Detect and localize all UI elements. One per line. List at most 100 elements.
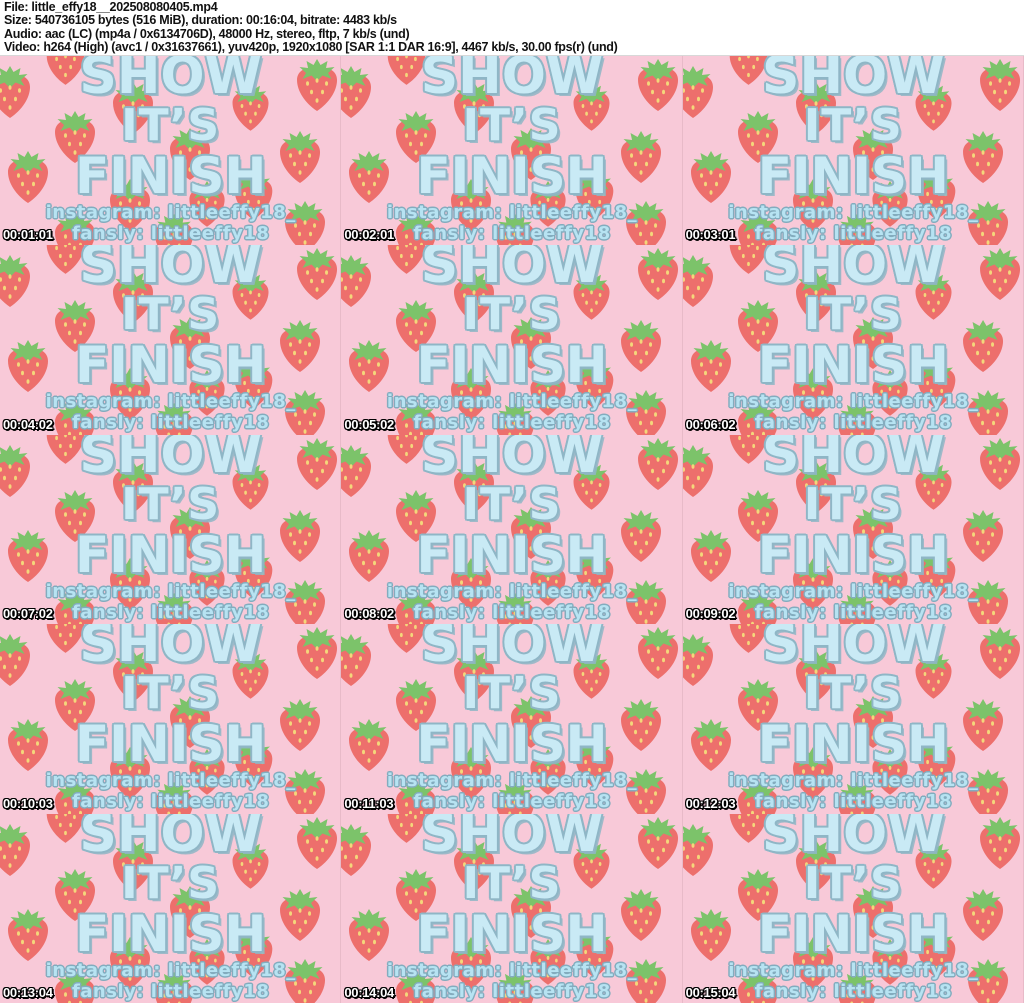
frame-title-its: IT’S [121, 857, 221, 909]
video-thumbnail: SHOW IT’S FINISH instagram: littleeffy18… [682, 624, 1024, 814]
frame-title-show: SHOW [762, 624, 945, 675]
instagram-handle: instagram: littleeffy18_ [728, 580, 979, 602]
frame-title-its: IT’S [462, 478, 562, 530]
video-thumbnail: SHOW IT’S FINISH instagram: littleeffy18… [341, 245, 683, 435]
frame-title-show: SHOW [79, 813, 262, 864]
frame-title-finish: FINISH [757, 147, 949, 205]
frame-title-show: SHOW [420, 245, 604, 296]
fansly-handle: fansly: littleeffy18 [413, 601, 611, 623]
frame-title-finish: FINISH [416, 336, 608, 395]
frame-text-overlay: SHOW IT’S FINISH instagram: littleeffy18… [341, 624, 682, 813]
frame-title-show: SHOW [762, 813, 945, 864]
video-thumbnail: SHOW IT’S FINISH instagram: littleeffy18… [341, 624, 683, 814]
fansly-handle: fansly: littleeffy18 [754, 980, 953, 1002]
frame-text-overlay: SHOW IT’S FINISH instagram: littleeffy18… [0, 56, 341, 245]
frame-title-show: SHOW [79, 56, 262, 106]
timestamp-label: 00:08:02 [344, 606, 394, 622]
fansly-handle: fansly: littleeffy18 [754, 412, 953, 434]
frame-title-its: IT’S [462, 289, 562, 341]
frame-text-overlay: SHOW IT’S FINISH instagram: littleeffy18… [341, 56, 682, 245]
timestamp-label: 00:03:01 [685, 227, 736, 243]
frame-title-show: SHOW [762, 56, 945, 106]
fansly-handle: fansly: littleeffy18 [754, 791, 953, 813]
instagram-handle: instagram: littleeffy18_ [728, 770, 979, 792]
timestamp-label: 00:13:04 [3, 984, 53, 1000]
frame-title-finish: FINISH [75, 525, 267, 584]
timestamp-label: 00:10:03 [3, 795, 53, 811]
frame-title-finish: FINISH [75, 336, 267, 395]
video-thumbnail: SHOW IT’S FINISH instagram: littleeffy18… [0, 56, 342, 246]
video-info-line: Video: h264 (High) (avc1 / 0x31637661), … [4, 40, 618, 55]
video-thumbnail: SHOW IT’S FINISH instagram: littleeffy18… [682, 245, 1024, 435]
frame-title-its: IT’S [121, 478, 221, 530]
frame-text-overlay: SHOW IT’S FINISH instagram: littleeffy18… [683, 624, 1024, 813]
frame-title-finish: FINISH [757, 715, 949, 774]
frame-text-overlay: SHOW IT’S FINISH instagram: littleeffy18… [683, 814, 1024, 1003]
fansly-handle: fansly: littleeffy18 [754, 601, 953, 623]
video-thumbnail: SHOW IT’S FINISH instagram: littleeffy18… [341, 434, 683, 625]
fansly-handle: fansly: littleeffy18 [754, 223, 953, 244]
frame-text-overlay: SHOW IT’S FINISH instagram: littleeffy18… [0, 814, 341, 1003]
fansly-handle: fansly: littleeffy18 [413, 223, 611, 244]
frame-text-overlay: SHOW IT’S FINISH instagram: littleeffy18… [683, 56, 1024, 245]
frame-title-show: SHOW [79, 245, 262, 296]
fansly-handle: fansly: littleeffy18 [71, 791, 270, 813]
file-size-line: Size: 540736105 bytes (516 MiB), duratio… [4, 13, 397, 28]
frame-title-its: IT’S [462, 857, 562, 909]
fansly-handle: fansly: littleeffy18 [413, 791, 611, 813]
instagram-handle: instagram: littleeffy18_ [45, 770, 296, 792]
instagram-handle: instagram: littleeffy18_ [386, 959, 638, 981]
frame-title-show: SHOW [420, 56, 604, 106]
fansly-handle: fansly: littleeffy18 [71, 601, 270, 623]
instagram-handle: instagram: littleeffy18_ [386, 391, 638, 413]
video-thumbnail: SHOW IT’S FINISH instagram: littleeffy18… [0, 245, 342, 435]
instagram-handle: instagram: littleeffy18_ [728, 391, 979, 413]
frame-title-finish: FINISH [75, 904, 267, 963]
frame-title-its: IT’S [803, 100, 903, 151]
instagram-handle: instagram: littleeffy18_ [45, 391, 296, 413]
frame-text-overlay: SHOW IT’S FINISH instagram: littleeffy18… [341, 435, 682, 624]
frame-text-overlay: SHOW IT’S FINISH instagram: littleeffy18… [0, 245, 341, 434]
timestamp-label: 00:04:02 [3, 416, 53, 432]
instagram-handle: instagram: littleeffy18_ [728, 202, 979, 223]
frame-title-finish: FINISH [416, 715, 608, 774]
video-thumbnail: SHOW IT’S FINISH instagram: littleeffy18… [682, 813, 1024, 1003]
frame-title-its: IT’S [803, 289, 903, 341]
video-thumbnail: SHOW IT’S FINISH instagram: littleeffy18… [341, 813, 683, 1003]
video-thumbnail: SHOW IT’S FINISH instagram: littleeffy18… [0, 813, 342, 1003]
fansly-handle: fansly: littleeffy18 [71, 980, 270, 1002]
video-thumbnail: SHOW IT’S FINISH instagram: littleeffy18… [682, 434, 1024, 625]
timestamp-label: 00:01:01 [3, 227, 53, 243]
frame-text-overlay: SHOW IT’S FINISH instagram: littleeffy18… [0, 624, 341, 813]
fansly-handle: fansly: littleeffy18 [413, 980, 611, 1002]
instagram-handle: instagram: littleeffy18_ [45, 580, 296, 602]
frame-title-its: IT’S [121, 100, 221, 151]
video-thumbnail: SHOW IT’S FINISH instagram: littleeffy18… [682, 56, 1024, 246]
fansly-handle: fansly: littleeffy18 [71, 223, 270, 244]
frame-text-overlay: SHOW IT’S FINISH instagram: littleeffy18… [341, 245, 682, 434]
frame-title-show: SHOW [420, 813, 604, 864]
frame-title-show: SHOW [420, 434, 604, 485]
frame-text-overlay: SHOW IT’S FINISH instagram: littleeffy18… [683, 435, 1024, 624]
frame-title-show: SHOW [79, 434, 262, 485]
thumbnail-grid: SHOW IT’S FINISH instagram: littleeffy18… [0, 56, 1024, 1003]
video-thumbnail: SHOW IT’S FINISH instagram: littleeffy18… [0, 624, 342, 814]
timestamp-label: 00:14:04 [344, 984, 394, 1000]
timestamp-label: 00:12:03 [685, 795, 736, 811]
file-info-header: File: little_effy18__202508080405.mp4 Si… [0, 0, 1024, 56]
timestamp-label: 00:11:03 [344, 795, 394, 811]
frame-title-finish: FINISH [757, 525, 949, 584]
frame-title-finish: FINISH [416, 525, 608, 584]
frame-title-show: SHOW [762, 245, 945, 296]
frame-text-overlay: SHOW IT’S FINISH instagram: littleeffy18… [683, 245, 1024, 434]
frame-title-its: IT’S [121, 289, 221, 341]
frame-title-its: IT’S [803, 668, 903, 720]
instagram-handle: instagram: littleeffy18_ [386, 770, 638, 792]
timestamp-label: 00:15:04 [685, 984, 736, 1000]
instagram-handle: instagram: littleeffy18_ [386, 202, 638, 223]
instagram-handle: instagram: littleeffy18_ [45, 202, 296, 223]
instagram-handle: instagram: littleeffy18_ [728, 959, 979, 981]
frame-title-its: IT’S [462, 100, 562, 151]
file-name-line: File: little_effy18__202508080405.mp4 [4, 0, 218, 14]
frame-text-overlay: SHOW IT’S FINISH instagram: littleeffy18… [341, 814, 682, 1003]
